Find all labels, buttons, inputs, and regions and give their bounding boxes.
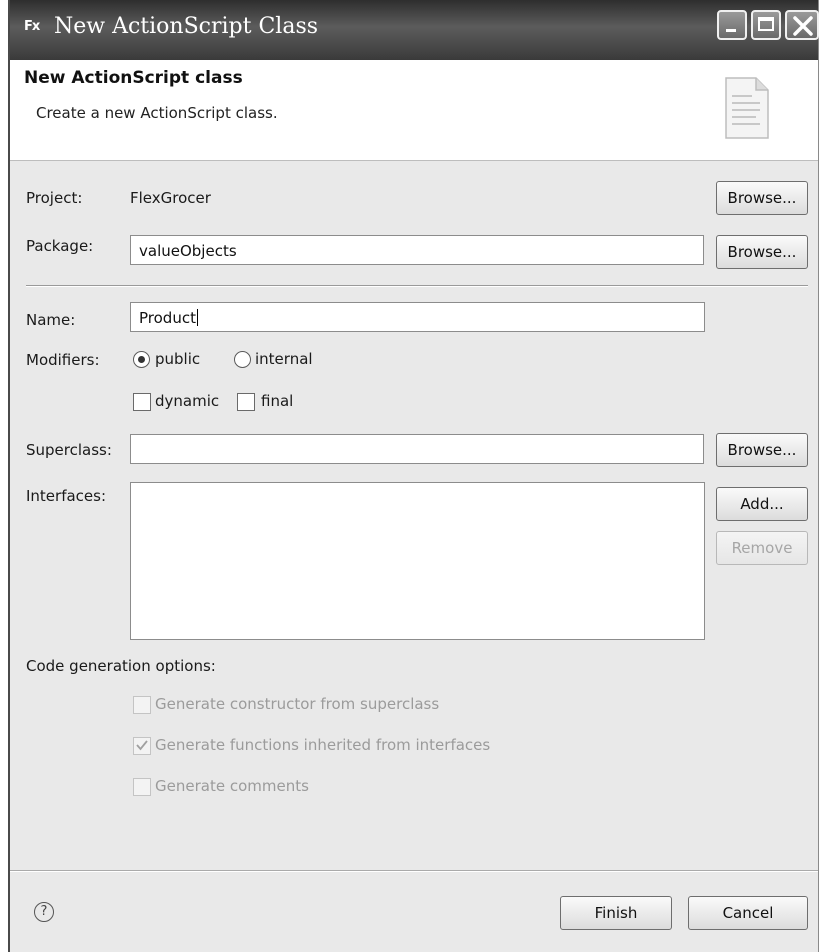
generate-constructor-label: Generate constructor from superclass: [155, 695, 440, 713]
cancel-button[interactable]: Cancel: [688, 896, 808, 930]
public-radio-label: public: [155, 350, 201, 368]
superclass-label: Superclass:: [26, 441, 112, 459]
final-checkbox-label: final: [261, 392, 294, 410]
wizard-header: New ActionScript class Create a new Acti…: [10, 60, 818, 161]
codegen-label: Code generation options:: [26, 657, 216, 675]
add-interface-button[interactable]: Add...: [716, 487, 808, 521]
title-bar[interactable]: Fx New ActionScript Class: [10, 0, 819, 60]
separator: [26, 285, 808, 287]
generate-constructor-checkbox[interactable]: [133, 696, 151, 714]
generate-comments-checkbox[interactable]: [133, 778, 151, 796]
project-label: Project:: [26, 189, 83, 207]
dialog-window: Fx New ActionScript Class New ActionScri…: [8, 0, 819, 952]
help-icon[interactable]: ?: [34, 902, 54, 922]
project-value: FlexGrocer: [130, 189, 211, 207]
interfaces-label: Interfaces:: [26, 487, 107, 505]
final-checkbox[interactable]: [237, 393, 255, 411]
document-icon: [725, 77, 769, 139]
project-browse-button[interactable]: Browse...: [716, 181, 808, 215]
header-title: New ActionScript class: [24, 68, 243, 88]
window-title: New ActionScript Class: [54, 14, 319, 39]
interfaces-list[interactable]: [130, 482, 705, 640]
header-description: Create a new ActionScript class.: [36, 104, 278, 122]
generate-functions-checkbox[interactable]: [133, 737, 151, 755]
package-label: Package:: [26, 237, 94, 255]
name-value: Product: [139, 309, 196, 327]
modifiers-label: Modifiers:: [26, 351, 100, 369]
package-field[interactable]: valueObjects: [130, 235, 704, 265]
checkmark-icon: [136, 740, 148, 751]
fx-app-icon: Fx: [24, 19, 40, 34]
package-browse-button[interactable]: Browse...: [716, 235, 808, 269]
generate-comments-label: Generate comments: [155, 777, 309, 795]
package-value: valueObjects: [139, 242, 237, 260]
superclass-field[interactable]: [130, 434, 704, 464]
internal-radio-label: internal: [255, 350, 313, 368]
name-label: Name:: [26, 311, 76, 329]
superclass-browse-button[interactable]: Browse...: [716, 433, 808, 467]
text-caret: [196, 309, 198, 326]
dynamic-checkbox[interactable]: [133, 393, 151, 411]
finish-button[interactable]: Finish: [560, 896, 672, 930]
minimize-icon[interactable]: [717, 10, 747, 40]
remove-interface-button[interactable]: Remove: [716, 531, 808, 565]
public-radio[interactable]: [133, 351, 150, 368]
footer-separator: [10, 870, 818, 872]
maximize-icon[interactable]: [751, 10, 781, 40]
dynamic-checkbox-label: dynamic: [155, 392, 220, 410]
name-field[interactable]: Product: [130, 302, 705, 332]
generate-functions-label: Generate functions inherited from interf…: [155, 736, 491, 754]
internal-radio[interactable]: [234, 351, 251, 368]
close-icon[interactable]: [785, 10, 819, 40]
